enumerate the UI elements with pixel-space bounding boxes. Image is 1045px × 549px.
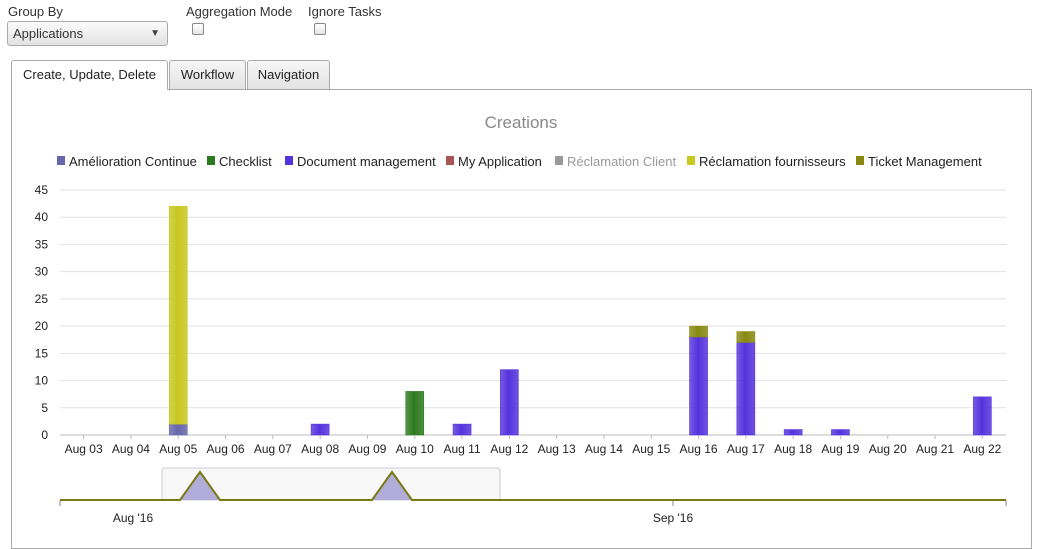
x-tick-label: Aug 04 (112, 442, 150, 456)
bar-segment[interactable] (689, 325, 708, 338)
bar-segment[interactable] (500, 369, 519, 436)
x-tick-label: Aug 05 (159, 442, 197, 456)
x-tick-label: Aug 08 (301, 442, 339, 456)
bar-segment[interactable] (831, 429, 850, 436)
x-tick-label: Aug 03 (65, 442, 103, 456)
navigator-label: Aug '16 (113, 511, 154, 525)
y-tick-label: 10 (35, 374, 49, 388)
y-tick-label: 5 (41, 401, 48, 415)
bar-segment[interactable] (310, 423, 330, 436)
bar-segment[interactable] (736, 342, 756, 436)
navigator-label: Sep '16 (653, 511, 694, 525)
x-tick-label: Aug 19 (821, 442, 859, 456)
legend-swatch[interactable] (687, 156, 695, 165)
bar-segment[interactable] (973, 396, 992, 436)
y-axis: 0 5 10 15 20 25 30 35 40 45 (35, 183, 49, 442)
y-tick-label: 0 (41, 428, 48, 442)
x-tick-label: Aug 13 (538, 442, 576, 456)
x-tick-label: Aug 14 (585, 442, 623, 456)
y-tick-label: 40 (35, 210, 49, 224)
legend-swatch[interactable] (446, 156, 454, 165)
legend-swatch[interactable] (57, 156, 65, 165)
y-tick-label: 20 (35, 319, 49, 333)
bar-segment[interactable] (736, 331, 756, 343)
x-tick-label: Aug 12 (490, 442, 528, 456)
bar-segment[interactable] (168, 206, 188, 425)
legend-item-label[interactable]: Checklist (219, 154, 272, 169)
legend-item-label[interactable]: Amélioration Continue (69, 154, 197, 169)
bar-segment[interactable] (452, 423, 472, 436)
x-tick-label: Aug 07 (254, 442, 292, 456)
chart-legend: Amélioration Continue Checklist Document m… (57, 154, 982, 169)
x-axis: Aug 03 Aug 04 Aug 05 Aug 06 Aug 07 Aug 08 Aug … (65, 435, 1002, 456)
x-tick-label: Aug 06 (207, 442, 245, 456)
y-tick-label: 25 (35, 292, 49, 306)
y-tick-label: 45 (35, 183, 49, 197)
x-tick-label: Aug 22 (963, 442, 1001, 456)
chart-navigator[interactable]: Aug '16 Sep '16 (59, 467, 1007, 525)
chart-bars (168, 206, 992, 436)
bar-segment[interactable] (783, 429, 803, 436)
legend-swatch[interactable] (555, 156, 563, 165)
legend-item-label[interactable]: Réclamation Client (567, 154, 676, 169)
legend-item-label[interactable]: Document management (297, 154, 436, 169)
x-tick-label: Aug 18 (774, 442, 812, 456)
bar-segment[interactable] (405, 391, 425, 436)
y-tick-label: 30 (35, 265, 49, 279)
chart-title: Creations (485, 113, 558, 132)
x-tick-label: Aug 11 (443, 442, 480, 456)
legend-item-label[interactable]: My Application (458, 154, 542, 169)
legend-swatch[interactable] (285, 156, 293, 165)
navigator-series (60, 470, 1006, 501)
y-tick-label: 15 (35, 346, 49, 360)
y-tick-label: 35 (35, 237, 49, 251)
x-tick-label: Aug 16 (680, 442, 718, 456)
legend-item-label[interactable]: Réclamation fournisseurs (699, 154, 846, 169)
x-tick-label: Aug 17 (727, 442, 765, 456)
x-tick-label: Aug 21 (916, 442, 954, 456)
legend-swatch[interactable] (856, 156, 864, 165)
x-tick-label: Aug 10 (396, 442, 434, 456)
bar-segment[interactable] (168, 423, 188, 436)
legend-swatch[interactable] (207, 156, 215, 165)
legend-item-label[interactable]: Ticket Management (868, 154, 982, 169)
x-tick-label: Aug 09 (348, 442, 386, 456)
chart-grid (60, 189, 1006, 436)
x-tick-label: Aug 20 (869, 442, 907, 456)
x-tick-label: Aug 15 (632, 442, 670, 456)
tab-create-update-delete[interactable]: Create, Update, Delete (11, 60, 168, 90)
bar-segment[interactable] (689, 336, 708, 436)
